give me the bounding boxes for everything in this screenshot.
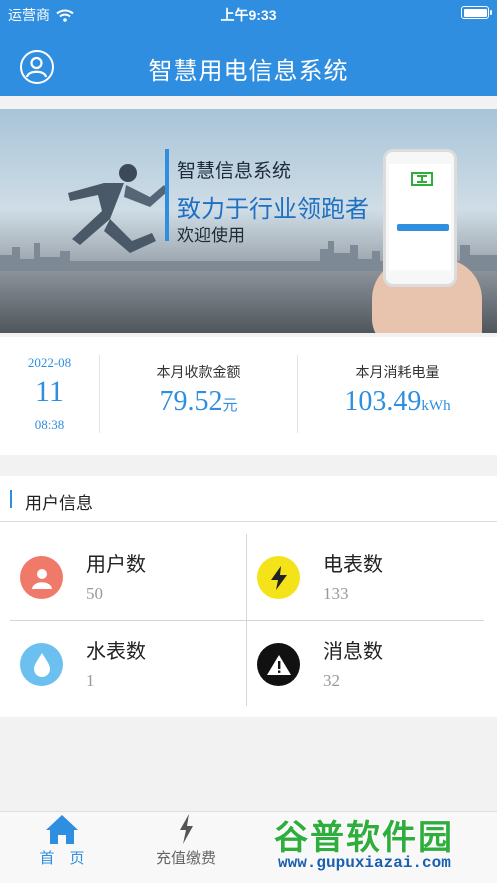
monthly-stats-card: 2022-08 11 08:38 本月收款金额 79.52元 本月消耗电量 10… [0, 337, 497, 455]
water-meter-count-label: 水表数 [86, 641, 146, 663]
collection-value: 79.52 [159, 386, 223, 417]
user-icon [20, 556, 63, 599]
tab-home[interactable]: 首 页 [0, 812, 124, 883]
runner-image [68, 164, 168, 253]
banner-line-1: 智慧信息系统 [177, 161, 292, 182]
meter-count-tile[interactable]: 电表数 133 [247, 534, 483, 620]
section-accent-bar [10, 490, 12, 508]
user-count-label: 用户数 [86, 554, 146, 576]
promo-banner[interactable]: 智慧信息系统 致力于行业领跑者 欢迎使用 [0, 109, 497, 333]
date-block: 2022-08 11 08:38 [0, 337, 99, 455]
status-bar: 运营商 上午9:33 [0, 0, 497, 26]
date-time: 08:38 [34, 417, 65, 432]
consumption-unit: kWh [421, 398, 451, 414]
message-count-tile[interactable]: 消息数 32 [247, 621, 483, 707]
tab-recharge[interactable]: 充值缴费 [124, 812, 248, 883]
tab-recharge-label: 充值缴费 [155, 850, 216, 867]
status-time: 上午9:33 [220, 7, 277, 23]
user-count-value: 50 [86, 584, 103, 603]
home-icon [46, 815, 78, 844]
page-title: 智慧用电信息系统 [148, 58, 349, 85]
message-count-label: 消息数 [323, 641, 383, 663]
user-info-section: 用户信息 用户数 50 电表数 133 水表数 1 消息数 32 [0, 476, 497, 717]
water-meter-count-value: 1 [86, 671, 95, 690]
consumption-stat[interactable]: 本月消耗电量 103.49kWh [298, 337, 497, 455]
meter-count-label: 电表数 [323, 554, 383, 576]
date-year-month: 2022-08 [27, 355, 72, 370]
watermark-url: www.gupuxiazai.com [278, 854, 451, 872]
collection-value-line: 79.52元 [100, 386, 297, 418]
banner-accent-bar [165, 149, 169, 241]
watermark-text: 谷普软件园 [274, 819, 454, 857]
date-day: 11 [35, 375, 64, 408]
app-header: 运营商 上午9:33 智慧用电信息系统 [0, 0, 497, 96]
section-title: 用户信息 [25, 494, 93, 513]
lightning-icon [257, 556, 300, 599]
user-count-tile[interactable]: 用户数 50 [10, 534, 246, 620]
watermark: 谷普软件园 www.gupuxiazai.com [268, 806, 497, 883]
section-header: 用户信息 [0, 476, 497, 522]
phone-mockup-image [383, 149, 457, 287]
message-count-value: 32 [323, 671, 340, 690]
collection-stat[interactable]: 本月收款金额 79.52元 [100, 337, 297, 455]
consumption-value-line: 103.49kWh [298, 386, 497, 418]
water-meter-count-tile[interactable]: 水表数 1 [10, 621, 246, 707]
banner-line-2: 致力于行业领跑者 [177, 196, 369, 223]
tab-home-label: 首 页 [39, 850, 85, 867]
warning-icon [257, 643, 300, 686]
lightning-icon [180, 814, 193, 844]
banner-line-3: 欢迎使用 [177, 226, 245, 245]
collection-label: 本月收款金额 [156, 364, 241, 380]
consumption-value: 103.49 [344, 386, 422, 417]
water-drop-icon [20, 643, 63, 686]
collection-unit: 元 [222, 398, 238, 414]
consumption-label: 本月消耗电量 [355, 364, 440, 380]
meter-count-value: 133 [323, 584, 349, 603]
battery-icon [461, 6, 492, 19]
